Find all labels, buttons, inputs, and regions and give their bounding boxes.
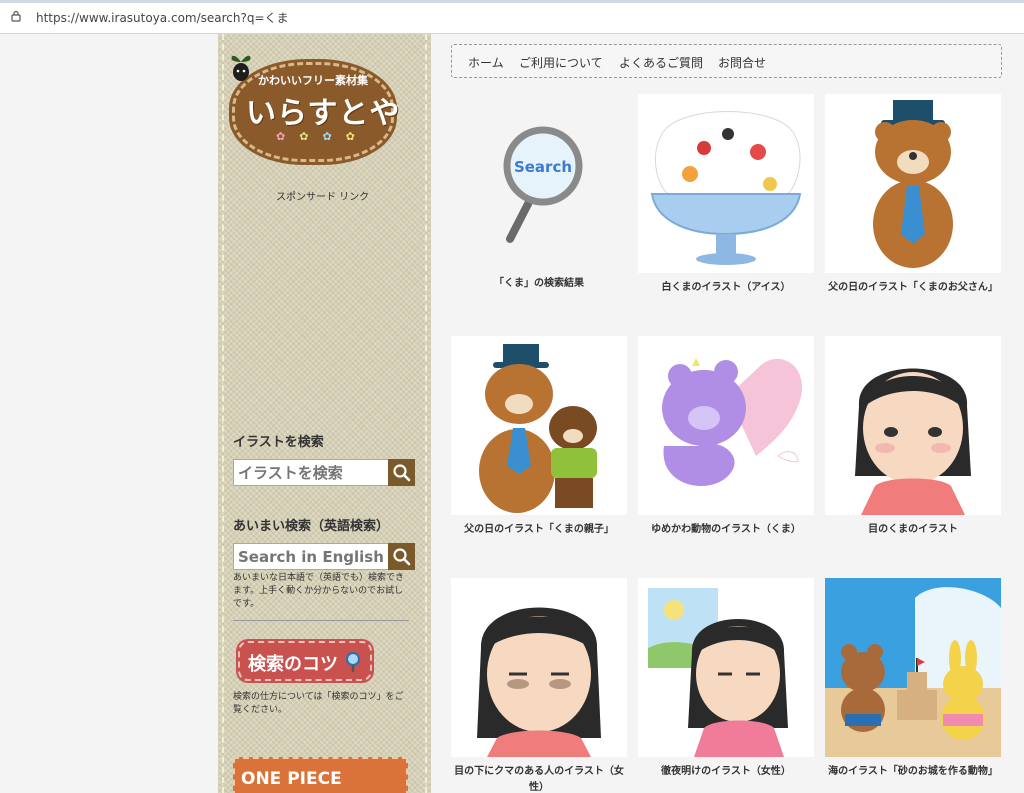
sponsored-links-label: スポンサード リンク (276, 192, 370, 203)
result-card[interactable]: 目の下にクマのある人のイラスト（女性） (451, 578, 627, 793)
woman-dark-circles-icon (855, 368, 971, 515)
result-thumbnail[interactable] (638, 94, 814, 273)
result-card[interactable]: ゆめかわ動物のイラスト（くま） (638, 336, 814, 556)
result-thumbnail[interactable] (638, 336, 814, 515)
top-navigation: ホーム ご利用について よくあるご質問 お問合せ (451, 44, 1002, 78)
result-caption[interactable]: 目の下にクマのある人のイラスト（女性） (451, 764, 627, 793)
nav-usage[interactable]: ご利用について (519, 54, 603, 71)
sandcastle-animals-icon (825, 578, 1001, 757)
result-card[interactable]: 白くまのイラスト（アイス） (638, 94, 814, 314)
stitch-line (222, 34, 224, 793)
sidebar: かわいいフリー素材集 いらすとや ✿✿✿✿ スポンサード リンク イラストを検索… (218, 34, 431, 793)
flower-icon: ✿ (299, 130, 323, 143)
search-heading: イラストを検索 (233, 435, 324, 450)
search-glass-text: Search (514, 158, 572, 176)
result-caption[interactable]: 海のイラスト「砂のお城を作る動物」 (825, 764, 1001, 780)
search-icon (393, 548, 411, 566)
result-card[interactable]: 父の日のイラスト「くまの親子」 (451, 336, 627, 556)
bear-parent-child-icon (479, 344, 597, 513)
page-margin (0, 34, 218, 793)
woman-tired-eyes-icon (477, 607, 601, 757)
result-caption: 「くま」の検索結果 (494, 278, 584, 289)
result-thumbnail[interactable] (451, 578, 627, 757)
search-button[interactable] (388, 459, 415, 486)
nav-contact[interactable]: お問合せ (718, 54, 766, 71)
nav-faq[interactable]: よくあるご質問 (619, 54, 703, 71)
logo-flowers: ✿✿✿✿ (276, 130, 369, 143)
search-tips-note: 検索の仕方については「検索のコツ」をご覧ください。 (233, 692, 404, 715)
result-thumbnail[interactable] (638, 578, 814, 757)
fuzzy-search-heading: あいまい検索（英語検索） (233, 519, 390, 534)
result-thumbnail[interactable] (825, 94, 1001, 273)
result-thumbnail[interactable] (825, 578, 1001, 757)
site-logo[interactable]: かわいいフリー素材集 いらすとや ✿✿✿✿ (228, 48, 401, 163)
result-caption[interactable]: 父の日のイラスト「くまのお父さん」 (825, 280, 1001, 296)
window-top-edge (0, 0, 1024, 3)
lock-icon[interactable] (11, 10, 21, 22)
logo-subtitle: かわいいフリー素材集 (258, 74, 368, 87)
illustration-search (233, 459, 415, 486)
result-caption[interactable]: 徹夜明けのイラスト（女性） (638, 764, 814, 780)
bear-father-hat-icon (873, 100, 953, 268)
fuzzy-search-note: あいまいな日本語で（英語でも）検索できます。上手く動くか分からないのでお試しです… (233, 573, 405, 609)
divider (233, 620, 409, 621)
one-piece-banner[interactable]: ONE PIECE (233, 757, 408, 793)
browser-address-bar: https://www.irasutoya.com/search?q=くま (0, 0, 1024, 34)
purple-dreamy-bear-icon (662, 358, 802, 486)
result-thumbnail[interactable] (451, 336, 627, 515)
flower-icon: ✿ (345, 130, 369, 143)
search-result-header-card: Search 「くま」の検索結果 (451, 94, 627, 314)
stitch-line (425, 34, 427, 793)
english-search (233, 543, 415, 570)
illustration-search-input[interactable] (234, 460, 389, 485)
nav-home[interactable]: ホーム (468, 54, 504, 71)
result-caption[interactable]: 目のくまのイラスト (825, 522, 1001, 538)
english-search-input[interactable] (234, 544, 389, 569)
result-caption[interactable]: 父の日のイラスト「くまの親子」 (451, 522, 627, 538)
search-illustration: Search (451, 94, 627, 273)
result-card[interactable]: 父の日のイラスト「くまのお父さん」 (825, 94, 1001, 314)
result-card[interactable]: 海のイラスト「砂のお城を作る動物」 (825, 578, 1001, 793)
woman-all-nighter-icon (648, 588, 788, 757)
result-card[interactable]: 目のくまのイラスト (825, 336, 1001, 556)
flower-icon: ✿ (322, 130, 346, 143)
logo-title: いらすとや (246, 96, 401, 131)
url-field[interactable]: https://www.irasutoya.com/search?q=くま (36, 9, 289, 26)
result-thumbnail[interactable] (825, 336, 1001, 515)
banner-label: ONE PIECE (241, 769, 342, 789)
magnifying-glass-icon: Search (503, 126, 583, 243)
search-tips-button[interactable]: 検索のコツ (238, 641, 372, 681)
result-caption[interactable]: ゆめかわ動物のイラスト（くま） (638, 522, 814, 538)
shaved-ice-polar-bear-icon (650, 111, 802, 265)
result-card[interactable]: 徹夜明けのイラスト（女性） (638, 578, 814, 793)
result-caption[interactable]: 白くまのイラスト（アイス） (638, 280, 814, 296)
magnifier-icon (346, 652, 360, 672)
english-search-button[interactable] (388, 543, 415, 570)
search-icon (393, 464, 411, 482)
flower-icon: ✿ (276, 130, 300, 143)
search-tips-label: 検索のコツ (248, 654, 338, 675)
mascot-sprout-icon (231, 55, 251, 81)
